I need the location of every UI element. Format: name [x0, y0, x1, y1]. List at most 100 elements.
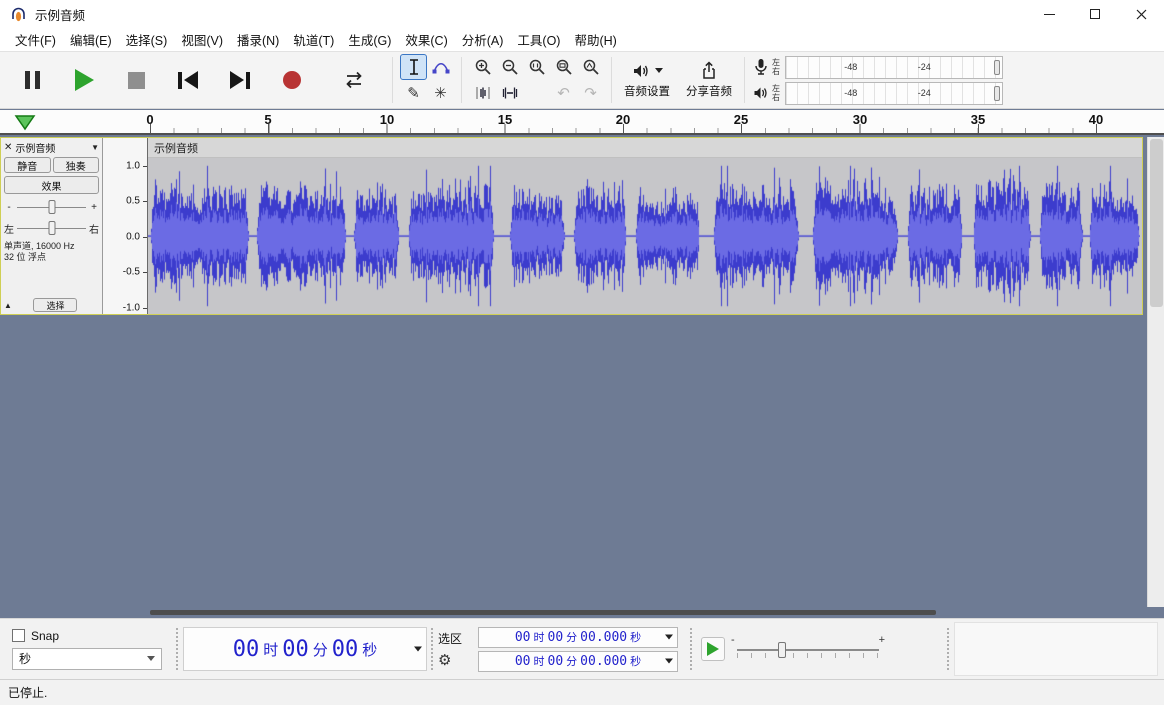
menu-transport[interactable]: 播录(N) — [230, 28, 286, 51]
menu-help[interactable]: 帮助(H) — [567, 28, 623, 51]
toolbar-grip[interactable] — [175, 627, 180, 671]
position-hours[interactable]: 00 — [233, 637, 260, 662]
gain-minus-label: - — [7, 201, 11, 213]
menu-analyze[interactable]: 分析(A) — [455, 28, 511, 51]
maximize-button[interactable] — [1072, 0, 1118, 28]
share-icon — [703, 61, 715, 79]
waveform-area[interactable]: 示例音频 — [148, 138, 1142, 314]
vertical-scale-ruler[interactable]: 1.0 0.5 0.0 -0.5 -1.0 — [103, 138, 148, 314]
close-button[interactable] — [1118, 0, 1164, 28]
skip-to-end-button[interactable] — [218, 58, 262, 102]
stop-button[interactable] — [114, 58, 158, 102]
pan-slider-thumb[interactable] — [48, 221, 55, 235]
scale-label: -0.5 — [122, 266, 140, 278]
timeline-options-button[interactable] — [14, 113, 36, 131]
audio-setup-button[interactable]: 音频设置 — [616, 55, 678, 105]
multi-tool-button[interactable]: ✳ — [427, 80, 454, 106]
sel-start-hours[interactable]: 00 — [515, 630, 531, 645]
sel-end-minutes[interactable]: 00 — [548, 654, 564, 669]
draw-tool-button[interactable]: ✎ — [400, 80, 427, 106]
play-button[interactable] — [62, 58, 106, 102]
effects-button[interactable]: 效果 — [4, 176, 99, 194]
recording-volume-slider[interactable] — [994, 59, 1000, 75]
track-menu-caret-icon[interactable]: ▼ — [91, 143, 99, 152]
menu-tools[interactable]: 工具(O) — [510, 28, 567, 51]
track-name[interactable]: 示例音频 — [15, 140, 88, 155]
sel-start-minutes-unit: 分 — [566, 632, 578, 644]
menu-view[interactable]: 视图(V) — [174, 28, 230, 51]
track-close-button[interactable]: ✕ — [4, 142, 12, 153]
toolbar-grip[interactable] — [946, 627, 951, 671]
menu-select[interactable]: 选择(S) — [119, 28, 175, 51]
zoom-in-button[interactable] — [469, 54, 496, 80]
playback-speed-slider[interactable]: - + — [731, 634, 885, 664]
sel-end-hours-unit: 时 — [533, 656, 545, 668]
menu-effect[interactable]: 效果(C) — [398, 28, 454, 51]
skip-to-start-icon — [178, 71, 198, 89]
share-audio-button[interactable]: 分享音频 — [678, 55, 740, 105]
envelope-tool-button[interactable] — [427, 54, 454, 80]
horizontal-scrollbar-thumb[interactable] — [150, 610, 936, 615]
playback-meter-scale[interactable]: -48 -24 — [785, 81, 1003, 105]
position-seconds[interactable]: 00 — [332, 637, 359, 662]
pause-button[interactable] — [10, 58, 54, 102]
sel-end-hours[interactable]: 00 — [515, 654, 531, 669]
record-button[interactable] — [270, 58, 314, 102]
snap-checkbox[interactable] — [12, 629, 25, 642]
fit-project-button[interactable] — [550, 54, 577, 80]
selection-tool-button[interactable] — [400, 54, 427, 80]
tools-toolbar: ✎ ✳ — [400, 54, 454, 106]
recording-meter-scale[interactable]: -48 -24 — [785, 55, 1003, 79]
minimize-button[interactable] — [1026, 0, 1072, 28]
gain-slider-thumb[interactable] — [48, 200, 55, 214]
gear-icon[interactable]: ⚙ — [438, 651, 451, 669]
sel-start-seconds[interactable]: 00.000 — [580, 630, 627, 645]
zoom-out-button[interactable] — [496, 54, 523, 80]
mute-button[interactable]: 静音 — [4, 157, 51, 173]
redo-button[interactable]: ↷ — [577, 80, 604, 106]
position-minutes-unit: 分 — [312, 641, 328, 659]
menu-generate[interactable]: 生成(G) — [341, 28, 398, 51]
play-at-speed-button[interactable] — [701, 637, 725, 661]
playback-meter[interactable]: 左右 -48 -24 — [753, 81, 1003, 105]
audio-position-display[interactable]: 00 时 00 分 00 秒 — [183, 627, 427, 671]
trim-audio-button[interactable] — [469, 80, 496, 106]
waveform-canvas[interactable] — [148, 158, 1140, 314]
dropdown-arrow-icon[interactable] — [414, 646, 422, 652]
silence-audio-button[interactable] — [496, 80, 523, 106]
play-at-speed-toolbar: - + — [697, 634, 943, 664]
sel-start-minutes[interactable]: 00 — [548, 630, 564, 645]
vertical-scrollbar-thumb[interactable] — [1150, 139, 1163, 307]
menu-edit[interactable]: 编辑(E) — [63, 28, 119, 51]
toolbar-grip[interactable] — [689, 627, 694, 671]
playback-volume-slider[interactable] — [994, 85, 1000, 101]
meter-tick-label: -24 — [917, 62, 931, 72]
recording-meter[interactable]: 左右 -48 -24 — [753, 55, 1003, 79]
gain-slider[interactable] — [17, 200, 86, 214]
toolbar-grip[interactable] — [430, 627, 435, 671]
vertical-scrollbar[interactable] — [1147, 137, 1164, 607]
collapse-track-button[interactable]: ▲ — [4, 301, 12, 310]
fit-selection-button[interactable] — [523, 54, 550, 80]
skip-to-start-button[interactable] — [166, 58, 210, 102]
position-minutes[interactable]: 00 — [282, 637, 309, 662]
zoom-toggle-button[interactable] — [577, 54, 604, 80]
sel-end-seconds[interactable]: 00.000 — [580, 654, 627, 669]
loop-button[interactable] — [332, 58, 376, 102]
select-track-button[interactable]: 选择 — [33, 298, 78, 312]
pan-slider[interactable] — [17, 221, 86, 235]
track-format-line2: 32 位 浮点 — [4, 252, 47, 262]
menu-tracks[interactable]: 轨道(T) — [286, 28, 341, 51]
menu-file[interactable]: 文件(F) — [8, 28, 63, 51]
dropdown-arrow-icon[interactable] — [665, 634, 673, 640]
selection-end-display[interactable]: 00 时 00 分 00.000 秒 — [478, 650, 678, 672]
speed-slider-thumb[interactable] — [778, 642, 786, 658]
undo-button[interactable]: ↶ — [550, 80, 577, 106]
window-title: 示例音频 — [35, 8, 86, 23]
selection-start-display[interactable]: 00 时 00 分 00.000 秒 — [478, 626, 678, 648]
timeline-ruler[interactable]: 0 5 10 15 20 25 30 35 40 — [0, 110, 1164, 135]
track-name-strip[interactable]: 示例音频 — [148, 138, 1142, 158]
dropdown-arrow-icon[interactable] — [665, 658, 673, 664]
snap-unit-select[interactable]: 秒 — [12, 647, 162, 670]
solo-button[interactable]: 独奏 — [52, 157, 99, 173]
